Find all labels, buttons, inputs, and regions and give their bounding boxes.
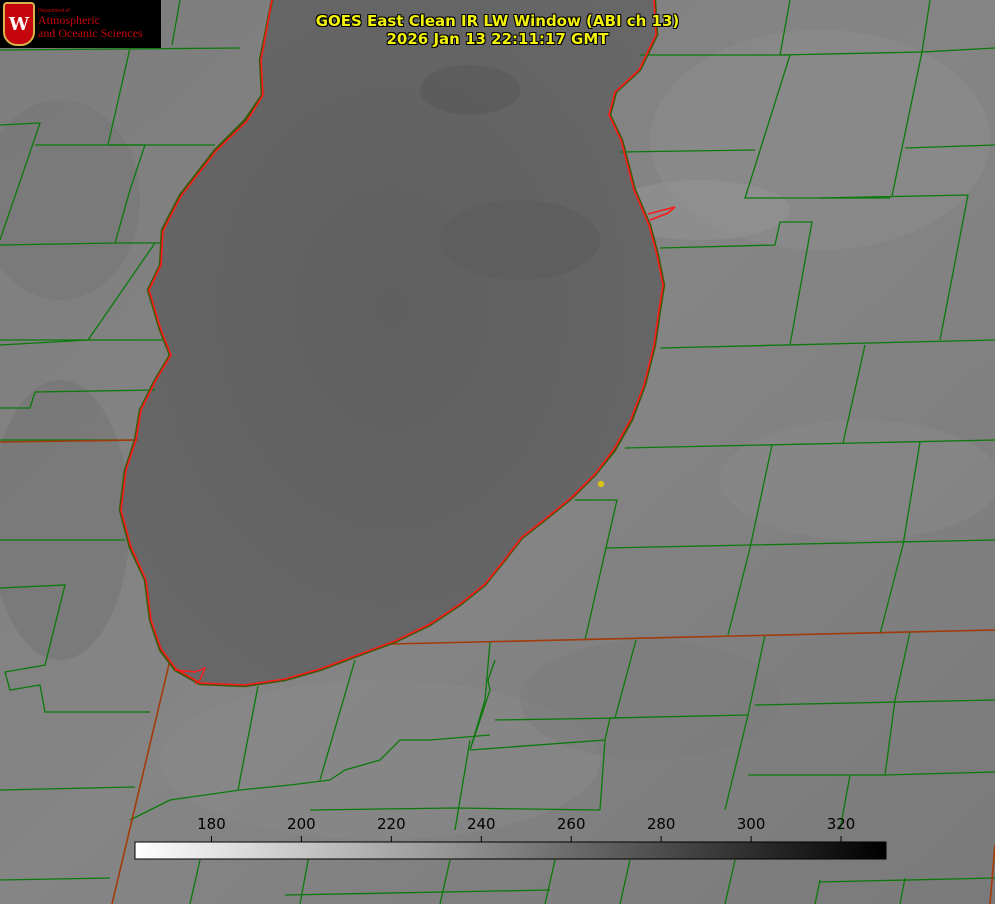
colorbar-tick-label: 200 xyxy=(287,815,316,833)
colorbar-tick-label: 220 xyxy=(377,815,406,833)
image-timestamp: 2026 Jan 13 22:11:17 GMT xyxy=(386,30,609,48)
lake-shade xyxy=(420,65,520,115)
colorbar xyxy=(134,841,887,860)
station-marker xyxy=(597,480,605,488)
colorbar-tick-label: 260 xyxy=(556,815,586,833)
lake-shade xyxy=(440,200,600,280)
map-canvas xyxy=(0,0,995,904)
colorbar-tick-label: 280 xyxy=(646,815,676,833)
image-title: GOES East Clean IR LW Window (ABI ch 13) xyxy=(315,12,680,30)
colorbar-tick-label: 240 xyxy=(466,815,496,833)
colorbar-tick-label: 180 xyxy=(197,815,226,833)
colorbar-tick-label: 300 xyxy=(736,815,766,833)
cloud-patch xyxy=(720,420,995,540)
satellite-map: W Department of Atmospheric and Oceanic … xyxy=(0,0,995,904)
colorbar-tick-label: 320 xyxy=(826,815,856,833)
